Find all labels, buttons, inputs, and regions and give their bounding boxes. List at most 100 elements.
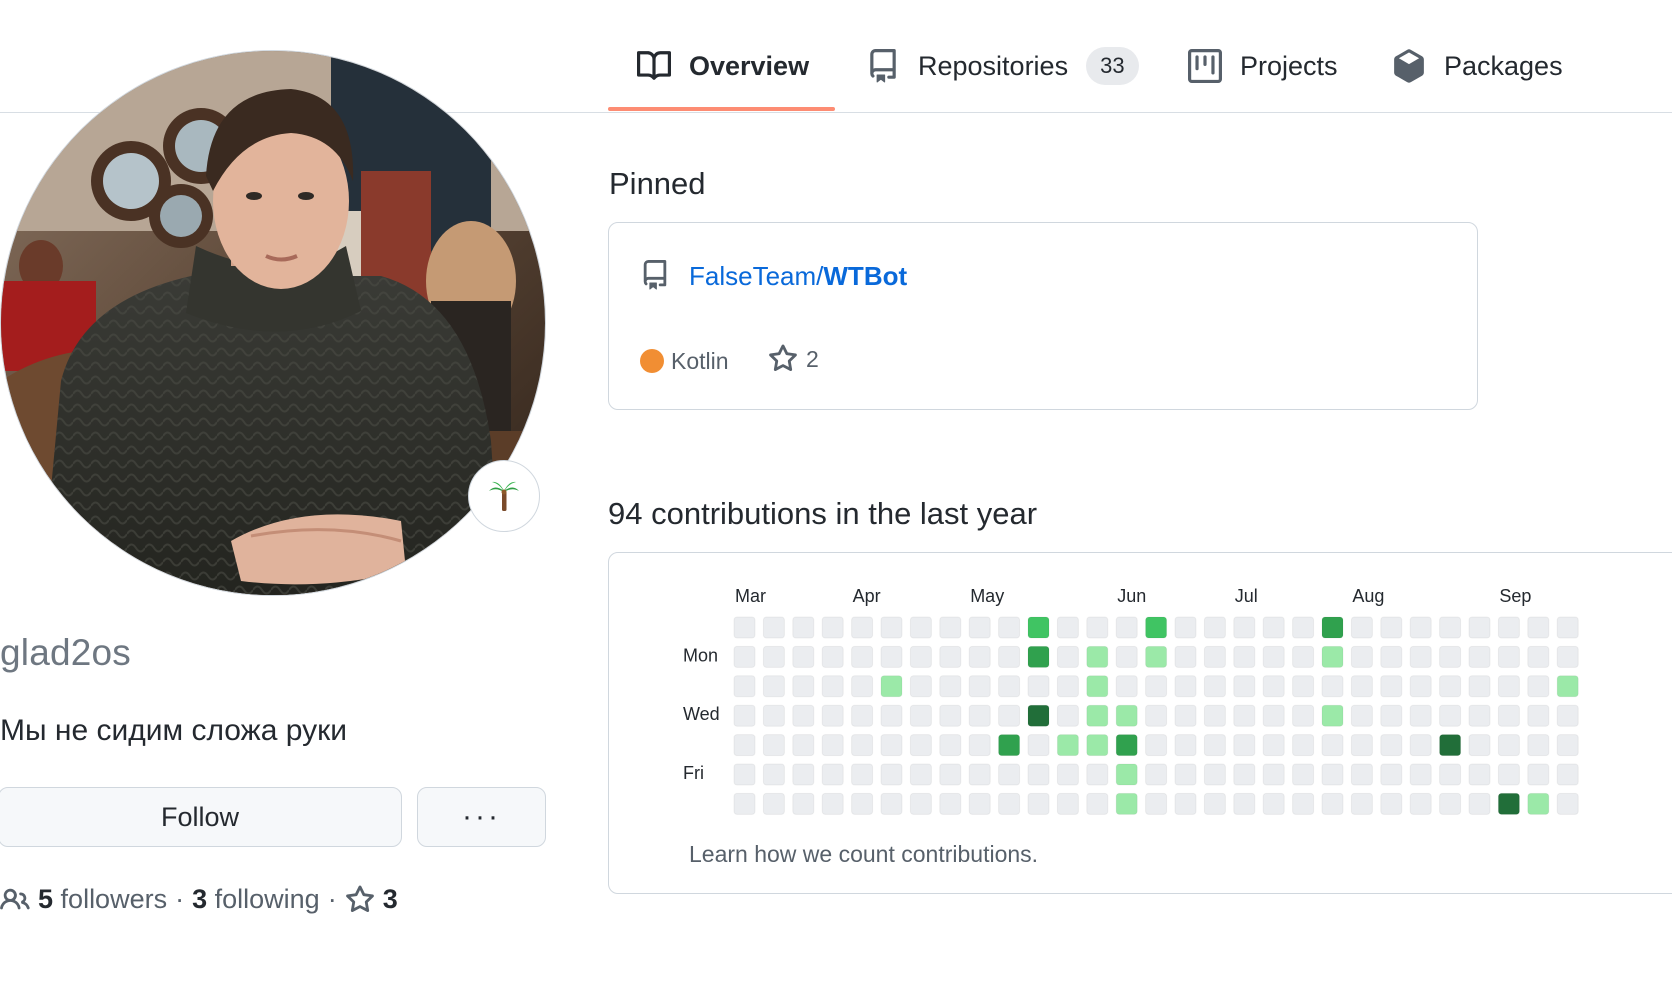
contribution-day[interactable] — [1439, 645, 1462, 668]
contribution-day[interactable] — [1468, 675, 1491, 698]
contribution-day[interactable] — [1262, 645, 1285, 668]
contribution-day[interactable] — [1027, 616, 1050, 639]
contribution-day[interactable] — [880, 616, 903, 639]
contribution-day[interactable] — [998, 763, 1021, 786]
contribution-day[interactable] — [1262, 763, 1285, 786]
contribution-day[interactable] — [1174, 704, 1197, 727]
pinned-repo-link[interactable]: FalseTeam/WTBot — [689, 261, 907, 292]
contribution-day[interactable] — [1174, 645, 1197, 668]
status-button[interactable] — [468, 460, 540, 532]
contribution-day[interactable] — [1527, 792, 1550, 815]
contribution-day[interactable] — [1086, 763, 1109, 786]
contribution-day[interactable] — [909, 616, 932, 639]
contribution-day[interactable] — [1203, 734, 1226, 757]
contribution-day[interactable] — [1350, 704, 1373, 727]
contribution-day[interactable] — [1439, 734, 1462, 757]
contribution-day[interactable] — [792, 763, 815, 786]
contribution-day[interactable] — [1292, 792, 1315, 815]
contribution-day[interactable] — [1027, 792, 1050, 815]
contribution-day[interactable] — [939, 616, 962, 639]
contribution-day[interactable] — [909, 645, 932, 668]
contribution-day[interactable] — [851, 704, 874, 727]
contribution-day[interactable] — [1233, 645, 1256, 668]
contribution-day[interactable] — [968, 763, 991, 786]
contribution-day[interactable] — [1233, 763, 1256, 786]
contribution-day[interactable] — [998, 645, 1021, 668]
stars-link[interactable]: 3 — [345, 884, 398, 915]
contribution-day[interactable] — [1056, 734, 1079, 757]
contribution-day[interactable] — [1380, 645, 1403, 668]
contribution-day[interactable] — [1556, 645, 1579, 668]
contribution-day[interactable] — [909, 763, 932, 786]
contribution-day[interactable] — [1556, 616, 1579, 639]
tab-repositories[interactable]: Repositories 33 — [866, 40, 1139, 92]
contribution-day[interactable] — [792, 734, 815, 757]
contribution-day[interactable] — [821, 734, 844, 757]
contribution-day[interactable] — [1350, 675, 1373, 698]
contribution-day[interactable] — [762, 704, 785, 727]
contribution-day[interactable] — [1233, 734, 1256, 757]
contribution-day[interactable] — [1439, 763, 1462, 786]
contribution-day[interactable] — [1086, 792, 1109, 815]
contribution-day[interactable] — [1468, 734, 1491, 757]
contribution-day[interactable] — [821, 763, 844, 786]
contribution-day[interactable] — [968, 645, 991, 668]
contribution-day[interactable] — [1115, 704, 1138, 727]
contribution-day[interactable] — [968, 675, 991, 698]
contribution-day[interactable] — [1174, 734, 1197, 757]
contribution-day[interactable] — [1527, 704, 1550, 727]
contribution-day[interactable] — [1203, 792, 1226, 815]
contribution-day[interactable] — [1086, 675, 1109, 698]
contribution-day[interactable] — [1145, 616, 1168, 639]
contribution-day[interactable] — [880, 645, 903, 668]
contribution-day[interactable] — [1262, 675, 1285, 698]
contribution-day[interactable] — [851, 616, 874, 639]
contribution-day[interactable] — [851, 763, 874, 786]
contribution-day[interactable] — [762, 792, 785, 815]
contribution-day[interactable] — [1056, 675, 1079, 698]
contribution-day[interactable] — [1086, 645, 1109, 668]
contribution-day[interactable] — [1203, 704, 1226, 727]
contribution-day[interactable] — [1468, 616, 1491, 639]
contribution-day[interactable] — [1056, 792, 1079, 815]
contribution-day[interactable] — [1321, 763, 1344, 786]
contribution-day[interactable] — [1292, 645, 1315, 668]
contribution-day[interactable] — [792, 675, 815, 698]
contribution-day[interactable] — [1409, 645, 1432, 668]
contribution-day[interactable] — [1145, 645, 1168, 668]
contribution-day[interactable] — [762, 675, 785, 698]
contribution-day[interactable] — [733, 704, 756, 727]
contribution-day[interactable] — [1233, 792, 1256, 815]
contribution-day[interactable] — [733, 616, 756, 639]
contribution-day[interactable] — [1380, 704, 1403, 727]
contribution-day[interactable] — [1086, 734, 1109, 757]
contribution-day[interactable] — [1145, 675, 1168, 698]
contribution-day[interactable] — [1439, 675, 1462, 698]
contribution-day[interactable] — [1115, 645, 1138, 668]
contribution-day[interactable] — [909, 675, 932, 698]
contribution-day[interactable] — [1292, 675, 1315, 698]
contribution-day[interactable] — [733, 734, 756, 757]
contribution-day[interactable] — [851, 645, 874, 668]
contribution-day[interactable] — [939, 675, 962, 698]
contribution-day[interactable] — [1174, 792, 1197, 815]
contribution-day[interactable] — [1292, 763, 1315, 786]
contribution-day[interactable] — [939, 645, 962, 668]
contribution-day[interactable] — [1497, 763, 1520, 786]
contribution-day[interactable] — [1497, 792, 1520, 815]
contribution-day[interactable] — [1262, 792, 1285, 815]
contribution-day[interactable] — [1350, 616, 1373, 639]
contribution-day[interactable] — [1556, 704, 1579, 727]
contribution-day[interactable] — [851, 675, 874, 698]
contribution-day[interactable] — [880, 763, 903, 786]
contribution-day[interactable] — [1556, 763, 1579, 786]
contribution-day[interactable] — [733, 645, 756, 668]
contribution-day[interactable] — [998, 792, 1021, 815]
contribution-day[interactable] — [1292, 734, 1315, 757]
contribution-day[interactable] — [1409, 792, 1432, 815]
contribution-day[interactable] — [1350, 734, 1373, 757]
contribution-day[interactable] — [998, 616, 1021, 639]
contribution-day[interactable] — [1262, 616, 1285, 639]
contribution-day[interactable] — [1321, 616, 1344, 639]
contribution-day[interactable] — [1145, 734, 1168, 757]
